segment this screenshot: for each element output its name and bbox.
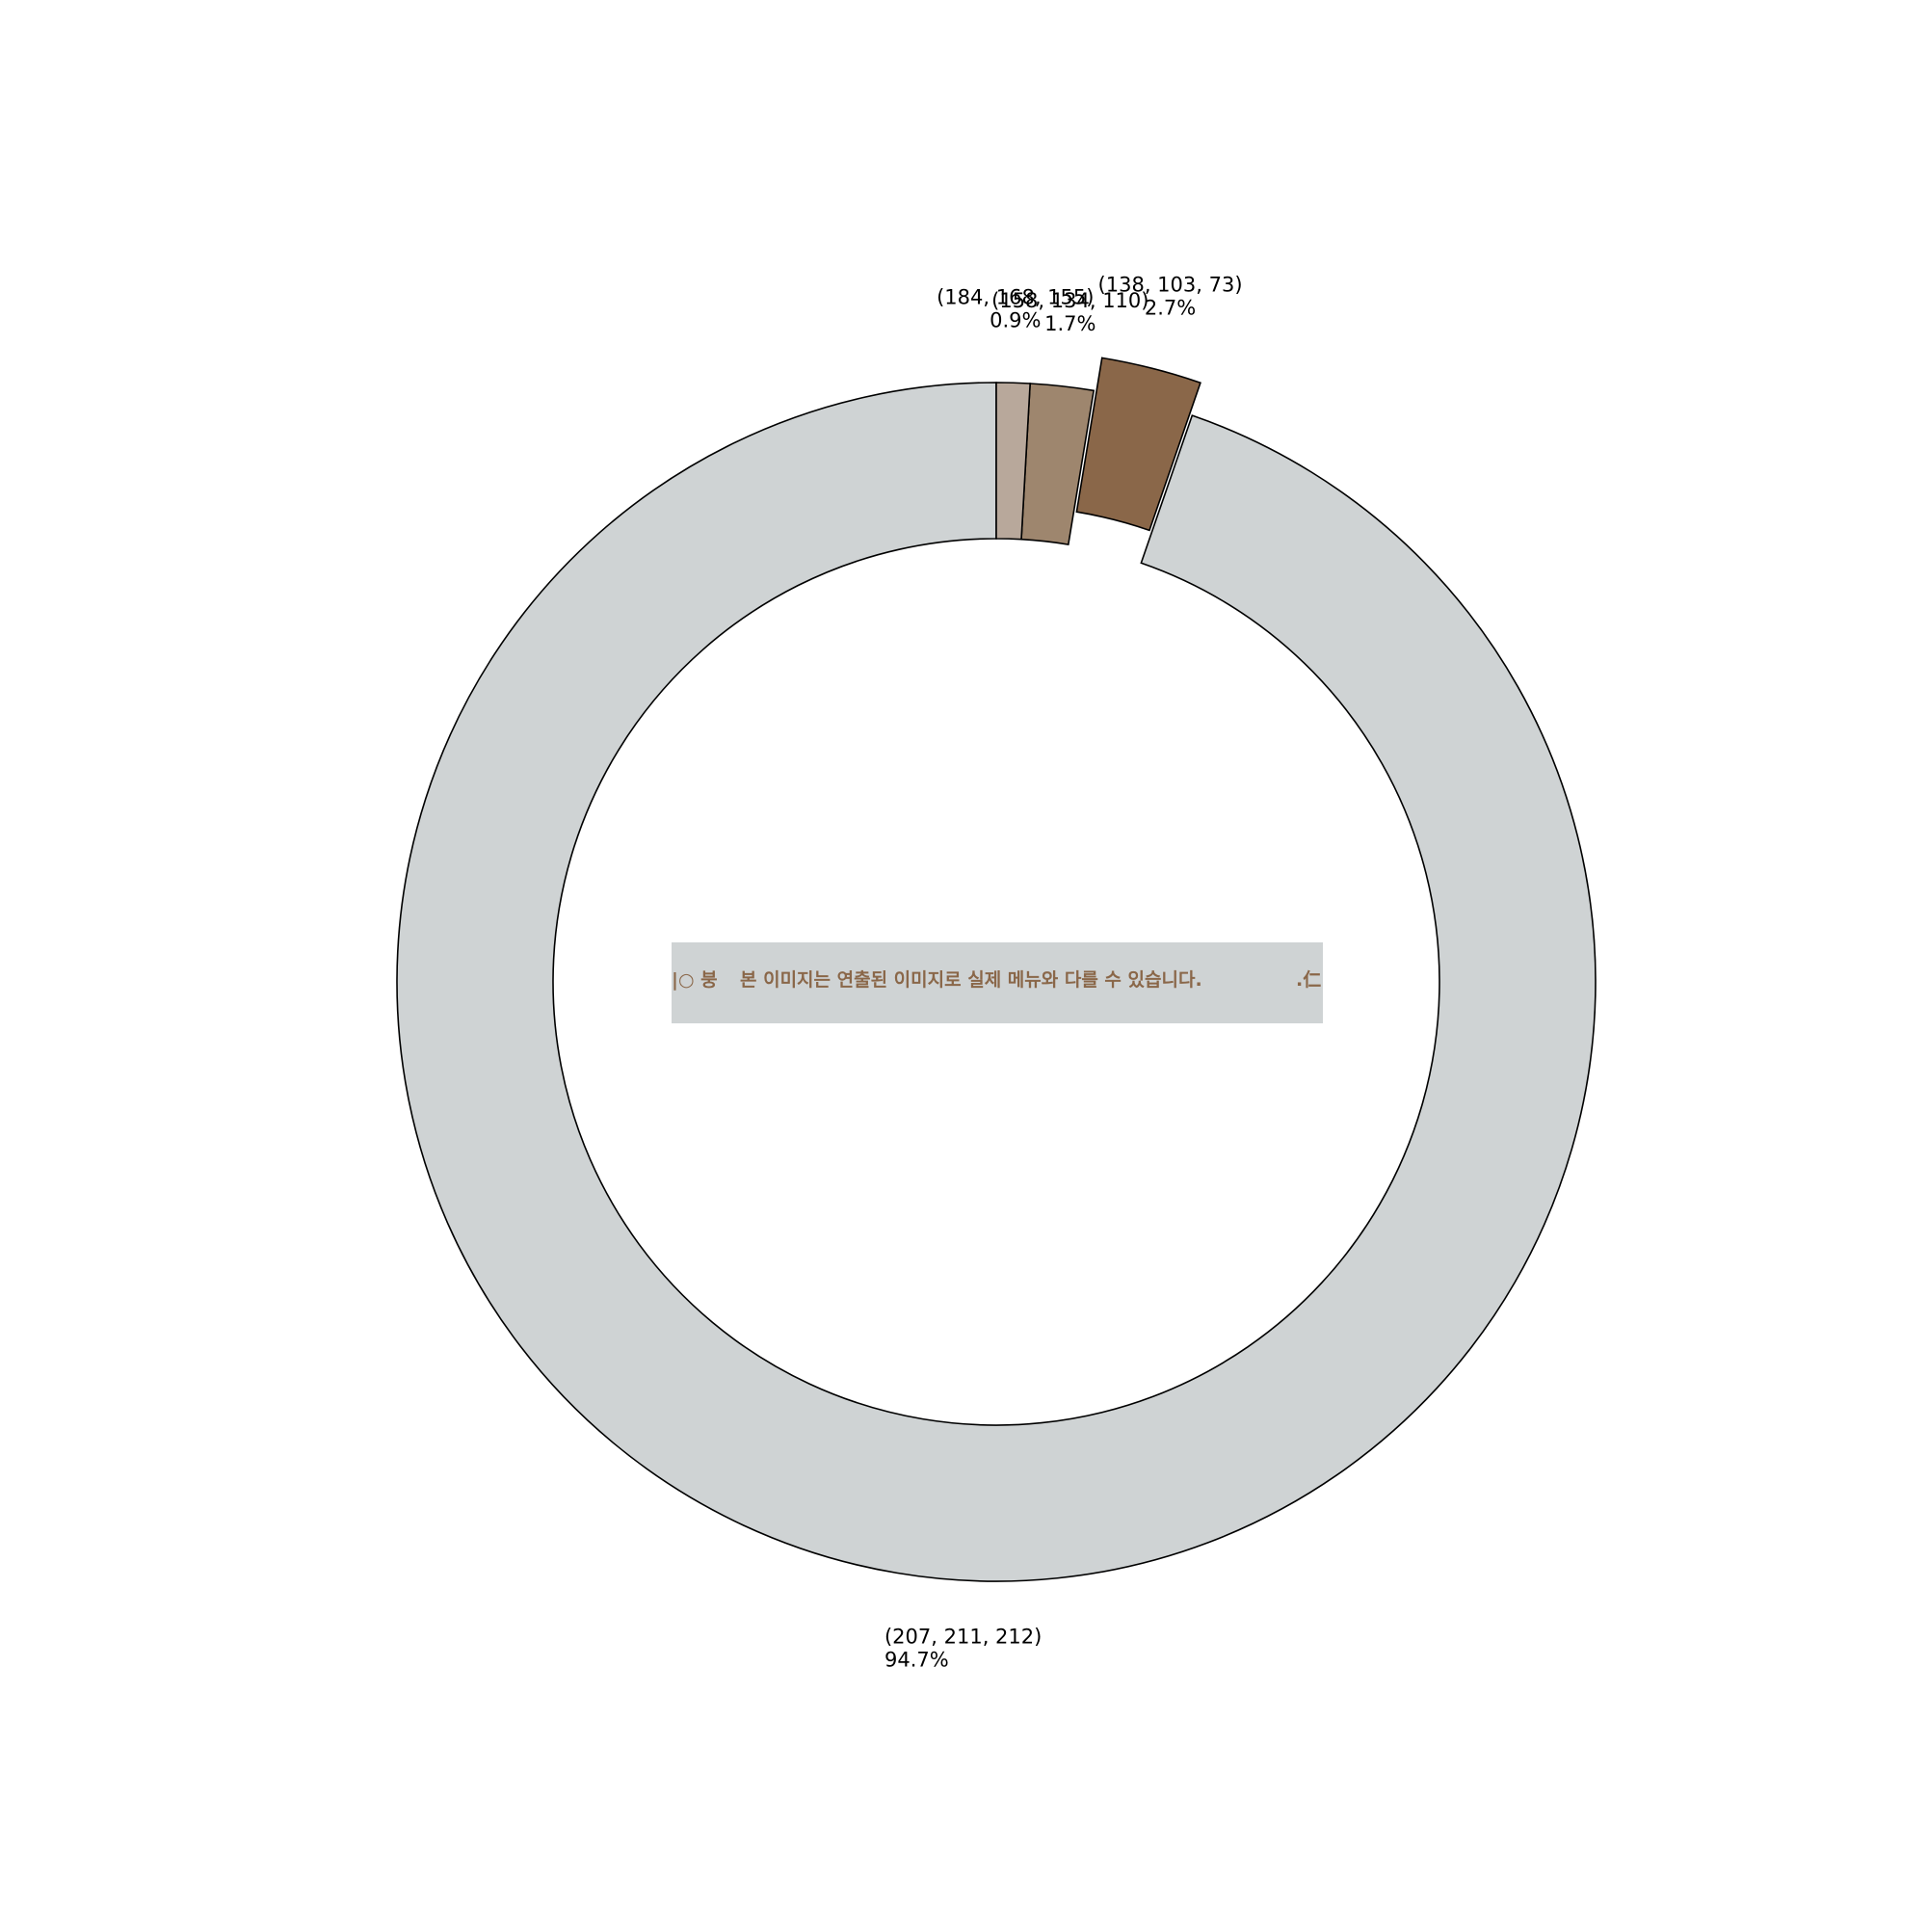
donut-slice bbox=[1020, 383, 1095, 546]
slice-pct-label: 94.7% bbox=[884, 1648, 949, 1671]
slice-pct-label: 0.9% bbox=[990, 308, 1041, 331]
slice-label: (184, 168, 155) bbox=[937, 285, 1094, 308]
slice-pct-label: 1.7% bbox=[1044, 312, 1095, 335]
donut-chart: |○ 붕 본 이미지는 연출된 이미지로 실제 메뉴와 다를 수 있습니다. .… bbox=[0, 0, 1927, 1927]
center-image-right-fragment: .仁 bbox=[1296, 968, 1321, 991]
center-image-text: 본 이미지는 연출된 이미지로 실제 메뉴와 다를 수 있습니다. bbox=[740, 969, 1202, 991]
center-image-left-fragment: |○ 붕 bbox=[672, 969, 718, 991]
slice-pct-label: 2.7% bbox=[1145, 297, 1196, 320]
center-image-banner: |○ 붕 본 이미지는 연출된 이미지로 실제 메뉴와 다를 수 있습니다. .… bbox=[672, 942, 1323, 1023]
slice-label: (207, 211, 212) bbox=[884, 1625, 1042, 1648]
chart-svg: |○ 붕 본 이미지는 연출된 이미지로 실제 메뉴와 다를 수 있습니다. .… bbox=[396, 274, 1597, 1671]
